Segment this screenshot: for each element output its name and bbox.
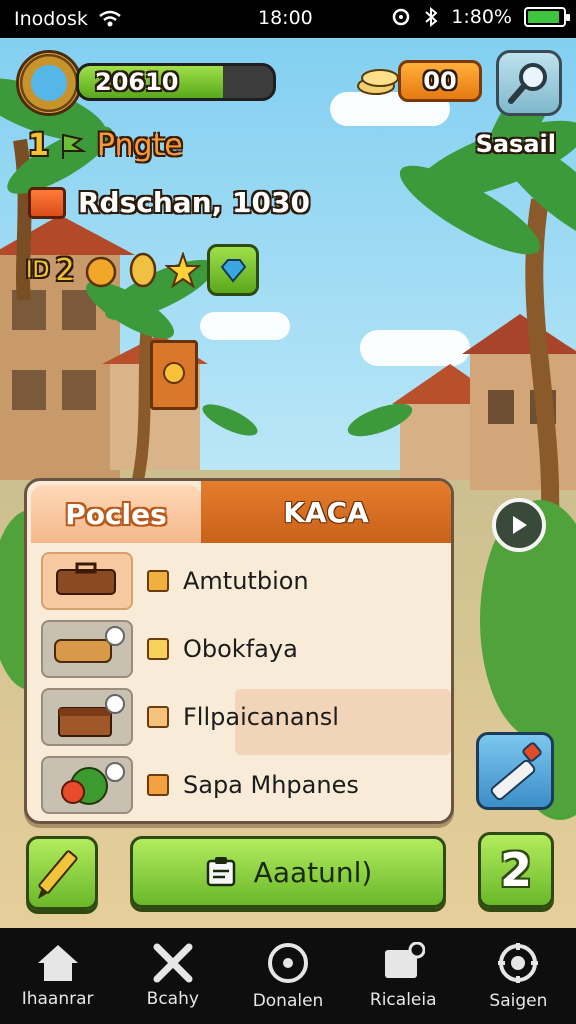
nav-item-notifications[interactable]: Ricaleia	[346, 928, 461, 1024]
sun-emblem-icon	[163, 362, 185, 384]
bag-small-icon	[147, 570, 169, 592]
nav-item-tools[interactable]: Bcahy	[115, 928, 230, 1024]
nav-item-home[interactable]: Ihaanrar	[0, 928, 115, 1024]
items-count: 2	[55, 252, 75, 288]
fruit-collectible-icon	[85, 256, 116, 288]
list-item-label: Sapa Mhpanes	[183, 771, 359, 799]
fruit-icon	[41, 756, 133, 814]
paintbrush-icon	[490, 742, 542, 801]
battery-icon	[524, 7, 570, 27]
player-name: Sasail	[475, 130, 556, 158]
notification-icon	[385, 942, 426, 978]
tab-kaca[interactable]: KACA	[201, 481, 451, 543]
magnifier-tool-button[interactable]	[496, 50, 562, 116]
panel-tabs: Pocles KACA	[27, 481, 451, 543]
bottom-navigation: Ihaanrar Bcahy Donalen Ricaleia Saigen	[0, 928, 576, 1024]
paintbrush-tool-card[interactable]	[476, 732, 554, 810]
treasure-chest-icon	[41, 688, 133, 746]
counter-value: 2	[499, 843, 532, 897]
clock-time: 18:00	[258, 7, 313, 29]
gem-shop-button[interactable]	[206, 244, 259, 296]
list-item-label: Obokfaya	[183, 635, 298, 663]
tab-pocles[interactable]: Pocles	[31, 485, 201, 543]
nav-label: Saigen	[489, 991, 548, 1011]
nav-item-settings[interactable]: Saigen	[461, 928, 576, 1024]
counter-button[interactable]: 2	[478, 832, 554, 908]
xp-progress-bar: 20610	[76, 63, 276, 101]
list-item-label: Amtutbion	[183, 567, 309, 595]
event-date-label: Rdschan, 1030	[78, 186, 310, 219]
xp-value: 20610	[95, 68, 179, 96]
list-item[interactable]: Sapa Mhpanes	[35, 751, 443, 819]
nav-label: Donalen	[252, 991, 324, 1011]
list-item[interactable]: Obokfaya	[35, 615, 443, 683]
bluetooth-icon	[425, 7, 438, 27]
clipboard-icon	[206, 857, 235, 887]
list-item[interactable]: Amtutbion	[35, 547, 443, 615]
map-small-icon	[147, 638, 169, 660]
items-prefix: ID	[26, 257, 50, 283]
level-title: Pngte	[96, 128, 183, 163]
primary-action-button[interactable]: Aaatunl)	[130, 836, 446, 908]
info-badge-icon	[105, 626, 125, 646]
notice-board-sign[interactable]	[150, 340, 198, 410]
lock-small-icon	[147, 706, 169, 728]
scroll-icon	[41, 620, 133, 678]
level-number: 1	[28, 128, 49, 163]
edit-pencil-button[interactable]	[26, 836, 98, 910]
next-page-button[interactable]	[492, 498, 546, 552]
list-item[interactable]: Fllpaicanansl	[35, 683, 451, 755]
clock-icon	[268, 943, 308, 983]
system-status-bar: Inodosk 18:00 1:80%	[0, 0, 576, 38]
tool-small-icon	[147, 774, 169, 796]
level-indicator: 1 Pngte	[28, 128, 183, 163]
coin-counter[interactable]: 00	[398, 60, 482, 102]
carrier-name: Inodosk	[14, 8, 88, 30]
sync-icon	[393, 8, 410, 26]
home-icon	[37, 945, 78, 981]
level-flag-icon	[61, 133, 87, 159]
inventory-panel: Pocles KACA Amtutbion Obokfaya Fllpaican…	[24, 478, 454, 824]
battery-percent: 1:80%	[451, 6, 512, 28]
nav-item-clock[interactable]: Donalen	[230, 928, 345, 1024]
magnifier-icon	[508, 63, 547, 104]
ticket-icon	[28, 186, 66, 219]
nav-label: Ricaleia	[369, 990, 437, 1010]
pencil-icon	[38, 850, 78, 899]
suitcase-icon	[41, 552, 133, 610]
play-arrow-icon	[513, 516, 527, 534]
shield-collectible-icon	[129, 252, 156, 288]
nav-label: Ihaanrar	[21, 989, 94, 1009]
primary-action-label: Aaatunl)	[253, 855, 373, 889]
star-icon	[164, 252, 201, 288]
item-list: Amtutbion Obokfaya Fllpaicanansl Sapa Mh…	[27, 543, 451, 821]
list-item-label: Fllpaicanansl	[183, 703, 339, 731]
event-date-row: Rdschan, 1030	[28, 186, 310, 219]
gem-icon	[220, 259, 246, 283]
info-badge-icon	[105, 694, 125, 714]
wifi-icon	[99, 10, 121, 27]
compass-emblem-icon[interactable]	[16, 50, 82, 116]
nav-label: Bcahy	[146, 989, 199, 1009]
settings-icon	[498, 943, 539, 983]
collectibles-row: ID 2	[26, 244, 259, 296]
cross-tools-icon	[153, 943, 193, 983]
info-badge-icon	[105, 762, 125, 782]
